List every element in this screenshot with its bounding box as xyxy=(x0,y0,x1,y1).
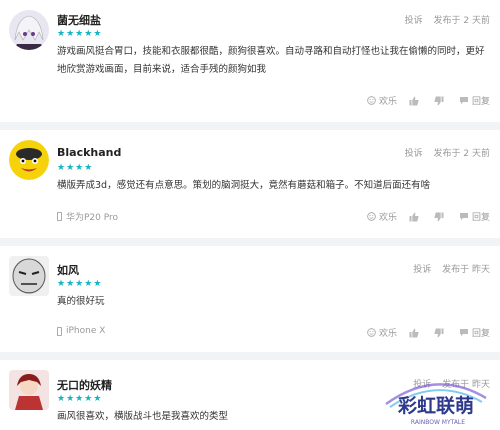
svg-text:RAINBOW MYTALE: RAINBOW MYTALE xyxy=(411,419,465,426)
joy-label: 欢乐 xyxy=(378,213,397,223)
username[interactable]: 无口的妖精 xyxy=(57,377,112,393)
divider xyxy=(0,352,500,360)
star-icon: ★ xyxy=(84,394,93,404)
username[interactable]: 菌无细盐 xyxy=(57,12,101,28)
thumbs-down-icon xyxy=(434,328,447,338)
star-icon: ★ xyxy=(57,29,66,39)
divider xyxy=(0,238,500,246)
star-icon: ★ xyxy=(75,394,84,404)
review-meta: 投诉 发布于 2 天前 xyxy=(397,146,490,159)
thumbs-up-icon xyxy=(409,328,422,338)
svg-text:···: ··· xyxy=(27,290,31,295)
divider xyxy=(0,122,500,130)
smile-icon xyxy=(367,328,379,337)
star-icon: ★ xyxy=(66,163,75,173)
star-icon: ★ xyxy=(66,394,75,404)
reply-label: 回复 xyxy=(471,329,490,339)
username[interactable]: Blackhand xyxy=(57,146,121,159)
review-body: 横版弄成3d，感觉还有点意思。策划的脑洞挺大，竟然有蘑菇和箱子。不知道后面还有啥 xyxy=(57,180,431,191)
like-button[interactable] xyxy=(409,212,422,222)
star-icon: ★ xyxy=(84,163,93,173)
review-actions: 欢乐 回复 xyxy=(355,94,490,107)
review-meta: 投诉 发布于 2 天前 xyxy=(397,13,490,26)
star-icon: ★ xyxy=(66,279,75,289)
star-icon: ★ xyxy=(75,279,84,289)
joy-label: 欢乐 xyxy=(378,97,397,107)
star-rating: ★ ★ ★ ★ ★ xyxy=(57,279,101,289)
smile-icon xyxy=(367,96,379,105)
like-button[interactable] xyxy=(409,96,422,106)
star-rating: ★ ★ ★ ★ ★ xyxy=(57,394,101,404)
review-body: 游戏画风挺合胃口，技能和衣服都很酷，颜狗很喜欢。自动寻路和自动打怪也让我在偷懒的… xyxy=(57,46,485,75)
comment-icon xyxy=(459,212,472,221)
star-icon: ★ xyxy=(75,163,84,173)
report-link[interactable]: 投诉 xyxy=(405,149,423,159)
star-icon: ★ xyxy=(66,29,75,39)
like-button[interactable] xyxy=(409,328,422,338)
joy-button[interactable]: 欢乐 xyxy=(367,326,397,339)
username[interactable]: 如风 xyxy=(57,262,79,278)
phone-icon xyxy=(57,326,62,336)
device-name: 华为P20 Pro xyxy=(66,213,119,223)
star-icon: ★ xyxy=(75,29,84,39)
star-icon: ★ xyxy=(57,163,66,173)
report-link[interactable]: 投诉 xyxy=(405,16,423,26)
joy-button[interactable]: 欢乐 xyxy=(367,210,397,223)
svg-text:彩虹联萌: 彩虹联萌 xyxy=(397,394,474,417)
post-time: 发布于 昨天 xyxy=(442,265,490,275)
star-icon: ★ xyxy=(57,394,66,404)
post-time: 发布于 2 天前 xyxy=(433,149,490,159)
thumbs-up-icon xyxy=(409,96,422,106)
reply-button[interactable]: 回复 xyxy=(459,326,490,339)
star-icon: ★ xyxy=(57,279,66,289)
thumbs-down-icon xyxy=(434,96,447,106)
comment-icon xyxy=(459,96,472,105)
review-actions: 欢乐 回复 xyxy=(355,326,490,339)
reply-button[interactable]: 回复 xyxy=(459,94,490,107)
star-rating: ★ ★ ★ ★ ★ xyxy=(57,29,101,39)
smile-icon xyxy=(367,212,379,221)
joy-button[interactable]: 欢乐 xyxy=(367,94,397,107)
star-icon: ★ xyxy=(93,394,102,404)
comment-icon xyxy=(459,328,472,337)
device-info: iPhone X xyxy=(57,326,105,336)
review-actions: 欢乐 回复 xyxy=(355,210,490,223)
star-icon: ★ xyxy=(84,29,93,39)
dislike-button[interactable] xyxy=(434,96,447,106)
star-icon: ★ xyxy=(93,279,102,289)
report-link[interactable]: 投诉 xyxy=(413,265,431,275)
device-name: iPhone X xyxy=(66,326,106,336)
thumbs-down-icon xyxy=(434,212,447,222)
thumbs-up-icon xyxy=(409,212,422,222)
review-meta: 投诉 发布于 昨天 xyxy=(405,262,490,275)
star-icon: ★ xyxy=(84,279,93,289)
watermark-logo: 彩虹联萌 RAINBOW MYTALE xyxy=(380,374,492,428)
phone-icon xyxy=(57,212,62,221)
avatar[interactable] xyxy=(9,370,49,410)
star-icon: ★ xyxy=(93,29,102,39)
review-card: 菌无细盐 ★ ★ ★ ★ ★ 投诉 发布于 2 天前 游戏画风挺合胃口，技能和衣服都很酷… xyxy=(0,0,500,122)
reply-label: 回复 xyxy=(471,97,490,107)
dislike-button[interactable] xyxy=(434,212,447,222)
reply-label: 回复 xyxy=(471,213,490,223)
star-rating: ★ ★ ★ ★ xyxy=(57,163,92,173)
joy-label: 欢乐 xyxy=(378,329,397,339)
avatar[interactable]: ··· xyxy=(9,256,49,296)
avatar[interactable] xyxy=(9,140,49,180)
review-card: Blackhand ★ ★ ★ ★ 投诉 发布于 2 天前 横版弄成3d，感觉还有点意… xyxy=(0,130,500,238)
post-time: 发布于 2 天前 xyxy=(433,16,490,26)
device-info: 华为P20 Pro xyxy=(57,210,118,223)
reply-button[interactable]: 回复 xyxy=(459,210,490,223)
review-body: 真的很好玩 xyxy=(57,296,105,307)
avatar[interactable] xyxy=(9,10,49,50)
review-card: ··· 如风 ★ ★ ★ ★ ★ 投诉 发布于 昨天 真的很好玩 iPhone X 欢乐… xyxy=(0,246,500,352)
dislike-button[interactable] xyxy=(434,328,447,338)
